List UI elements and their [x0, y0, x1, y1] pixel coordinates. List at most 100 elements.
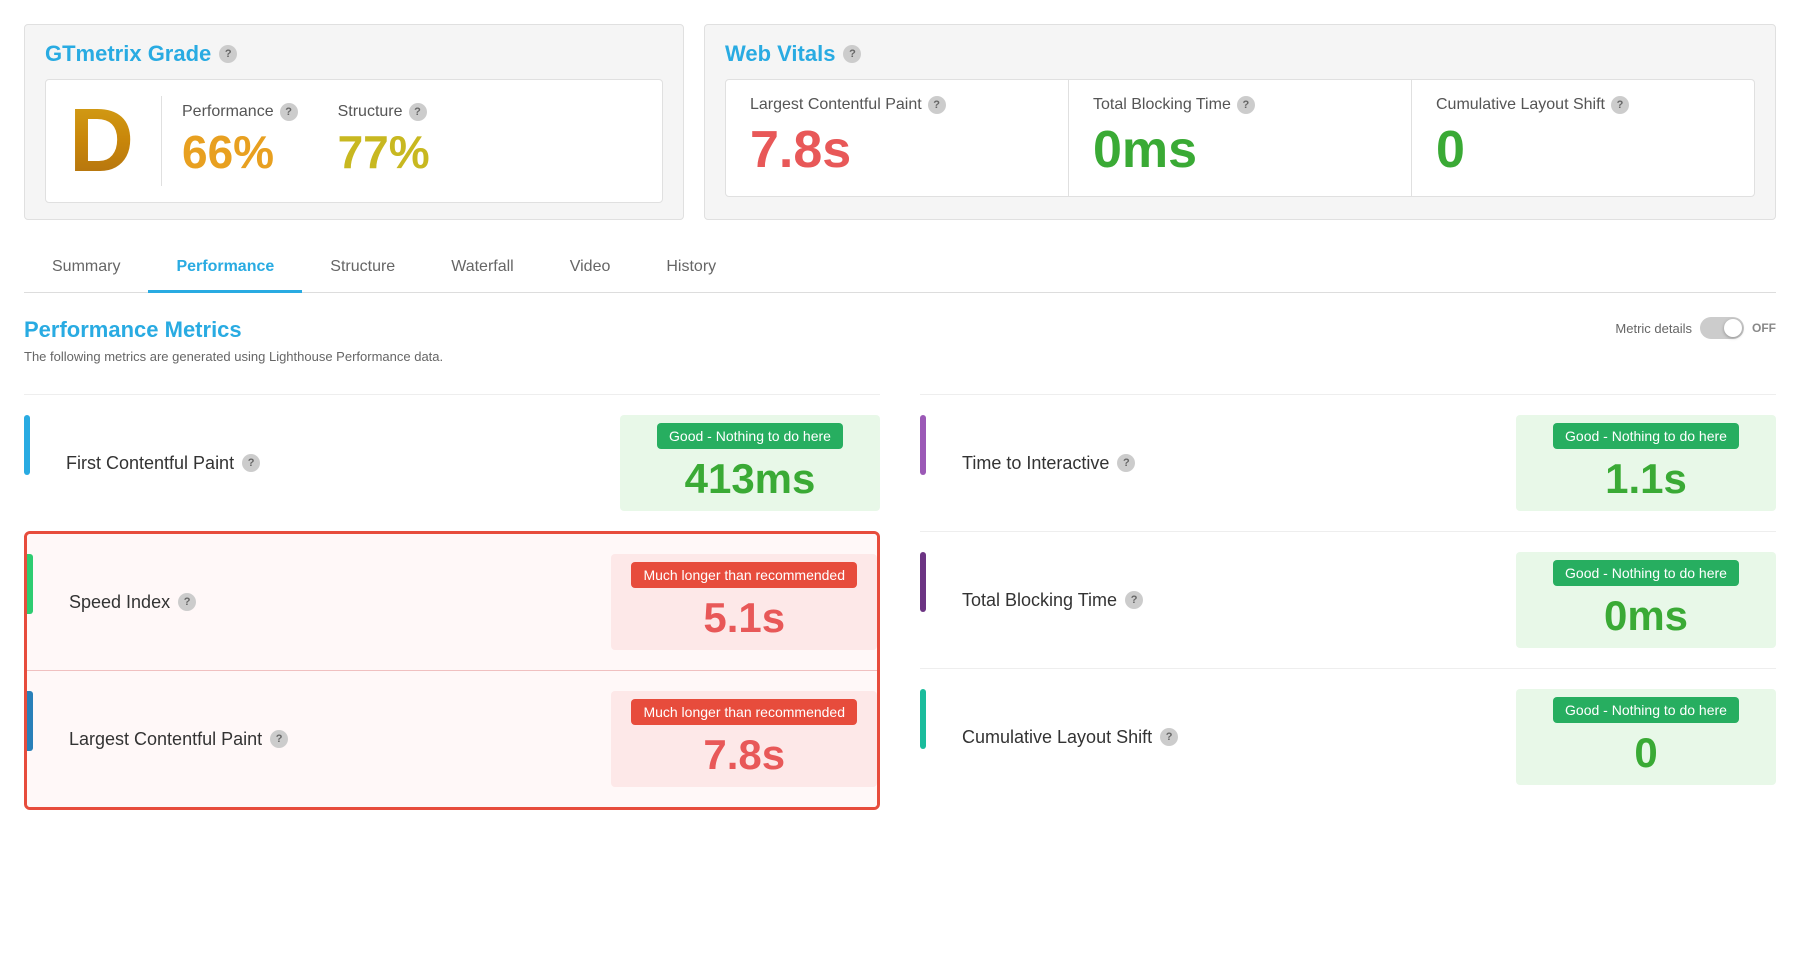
structure-help-icon[interactable]: ? [409, 103, 427, 121]
lcp-vital: Largest Contentful Paint ? 7.8s [726, 80, 1069, 196]
cls-metric-help-icon[interactable]: ? [1160, 728, 1178, 746]
tti-row: Time to Interactive ? Good - Nothing to … [920, 394, 1776, 531]
tbt-value-metric: 0ms [1536, 592, 1756, 640]
performance-metric: Performance ? 66% [182, 103, 298, 179]
cls-help-icon[interactable]: ? [1611, 96, 1629, 114]
si-help-icon[interactable]: ? [178, 593, 196, 611]
si-bar [27, 554, 33, 614]
tbt-help-icon[interactable]: ? [1237, 96, 1255, 114]
grade-metrics-pair: Performance ? 66% Structure ? 77% [182, 103, 430, 179]
fcp-content: First Contentful Paint ? [50, 453, 620, 474]
fcp-result: Good - Nothing to do here 413ms [620, 415, 880, 511]
lcp-result: Much longer than recommended 7.8s [611, 691, 877, 787]
structure-value: 77% [338, 125, 430, 179]
metric-details-toggle[interactable]: Metric details OFF [1615, 317, 1776, 339]
tbt-status-badge: Good - Nothing to do here [1553, 560, 1739, 586]
web-vitals-title-text: Web Vitals [725, 41, 835, 67]
cls-value-metric: 0 [1536, 729, 1756, 777]
lcp-row: Largest Contentful Paint ? Much longer t… [27, 671, 877, 807]
perf-metrics-subtitle: The following metrics are generated usin… [24, 349, 443, 364]
tbt-content: Total Blocking Time ? [946, 590, 1516, 611]
tabs-section: Summary Performance Structure Waterfall … [24, 244, 1776, 293]
web-vitals-card: Web Vitals ? Largest Contentful Paint ? … [704, 24, 1776, 220]
cls-metric-name: Cumulative Layout Shift ? [962, 727, 1516, 748]
performance-label: Performance ? [182, 103, 298, 121]
si-row: Speed Index ? Much longer than recommend… [27, 534, 877, 670]
tbt-bar [920, 552, 926, 612]
fcp-help-icon[interactable]: ? [242, 454, 260, 472]
tti-value: 1.1s [1536, 455, 1756, 503]
cls-result: Good - Nothing to do here 0 [1516, 689, 1776, 785]
si-result: Much longer than recommended 5.1s [611, 554, 877, 650]
si-value: 5.1s [631, 594, 857, 642]
grade-letter-box: D [62, 96, 162, 186]
gtmetrix-grade-inner: D Performance ? 66% Structure ? 77% [45, 79, 663, 203]
perf-metrics-title: Performance Metrics [24, 317, 443, 343]
grade-letter: D [69, 96, 134, 186]
structure-label: Structure ? [338, 103, 430, 121]
cls-status-badge: Good - Nothing to do here [1553, 697, 1739, 723]
cls-value: 0 [1436, 120, 1730, 180]
si-content: Speed Index ? [53, 592, 611, 613]
tab-performance[interactable]: Performance [148, 244, 302, 293]
gtmetrix-grade-title: GTmetrix Grade ? [45, 41, 663, 67]
gtmetrix-title-text: GTmetrix Grade [45, 41, 211, 67]
tab-summary[interactable]: Summary [24, 244, 148, 293]
lcp-content: Largest Contentful Paint ? [53, 729, 611, 750]
tti-help-icon[interactable]: ? [1117, 454, 1135, 472]
web-vitals-inner: Largest Contentful Paint ? 7.8s Total Bl… [725, 79, 1755, 197]
performance-metrics-section: Performance Metrics The following metric… [24, 317, 1776, 810]
tti-name: Time to Interactive ? [962, 453, 1516, 474]
fcp-value: 413ms [640, 455, 860, 503]
cls-vital: Cumulative Layout Shift ? 0 [1412, 80, 1754, 196]
performance-help-icon[interactable]: ? [280, 103, 298, 121]
lcp-value-metric: 7.8s [631, 731, 857, 779]
right-column: Time to Interactive ? Good - Nothing to … [920, 394, 1776, 810]
fcp-row: First Contentful Paint ? Good - Nothing … [24, 394, 880, 531]
si-name: Speed Index ? [69, 592, 611, 613]
tti-status-badge: Good - Nothing to do here [1553, 423, 1739, 449]
toggle-knob [1724, 319, 1742, 337]
toggle-switch[interactable] [1700, 317, 1744, 339]
lcp-value: 7.8s [750, 120, 1044, 180]
structure-metric: Structure ? 77% [338, 103, 430, 179]
tti-result: Good - Nothing to do here 1.1s [1516, 415, 1776, 511]
tab-video[interactable]: Video [542, 244, 639, 293]
fcp-bar [24, 415, 30, 475]
tbt-label: Total Blocking Time ? [1093, 96, 1387, 114]
tti-bar [920, 415, 926, 475]
cls-row: Cumulative Layout Shift ? Good - Nothing… [920, 668, 1776, 805]
web-vitals-help-icon[interactable]: ? [843, 45, 861, 63]
metrics-header: Performance Metrics The following metric… [24, 317, 1776, 384]
metrics-header-left: Performance Metrics The following metric… [24, 317, 443, 384]
metrics-grid: First Contentful Paint ? Good - Nothing … [24, 394, 1776, 810]
cls-content: Cumulative Layout Shift ? [946, 727, 1516, 748]
tti-content: Time to Interactive ? [946, 453, 1516, 474]
tbt-result: Good - Nothing to do here 0ms [1516, 552, 1776, 648]
lcp-metric-name: Largest Contentful Paint ? [69, 729, 611, 750]
fcp-status-badge: Good - Nothing to do here [657, 423, 843, 449]
tbt-row: Total Blocking Time ? Good - Nothing to … [920, 531, 1776, 668]
metric-details-label: Metric details [1615, 321, 1692, 336]
cls-label: Cumulative Layout Shift ? [1436, 96, 1730, 114]
tbt-metric-help-icon[interactable]: ? [1125, 591, 1143, 609]
red-highlight-box: Speed Index ? Much longer than recommend… [24, 531, 880, 810]
left-column: First Contentful Paint ? Good - Nothing … [24, 394, 880, 810]
lcp-help-icon[interactable]: ? [928, 96, 946, 114]
tbt-metric-name: Total Blocking Time ? [962, 590, 1516, 611]
lcp-metric-help-icon[interactable]: ? [270, 730, 288, 748]
tab-history[interactable]: History [638, 244, 744, 293]
gtmetrix-help-icon[interactable]: ? [219, 45, 237, 63]
gtmetrix-grade-card: GTmetrix Grade ? D Performance ? 66% Str… [24, 24, 684, 220]
tbt-vital: Total Blocking Time ? 0ms [1069, 80, 1412, 196]
web-vitals-title: Web Vitals ? [725, 41, 1755, 67]
top-section: GTmetrix Grade ? D Performance ? 66% Str… [24, 24, 1776, 220]
fcp-name: First Contentful Paint ? [66, 453, 620, 474]
lcp-label: Largest Contentful Paint ? [750, 96, 1044, 114]
toggle-off-label: OFF [1752, 321, 1776, 335]
lcp-status-badge: Much longer than recommended [631, 699, 857, 725]
lcp-bar [27, 691, 33, 751]
tab-waterfall[interactable]: Waterfall [423, 244, 542, 293]
tab-structure[interactable]: Structure [302, 244, 423, 293]
si-status-badge: Much longer than recommended [631, 562, 857, 588]
